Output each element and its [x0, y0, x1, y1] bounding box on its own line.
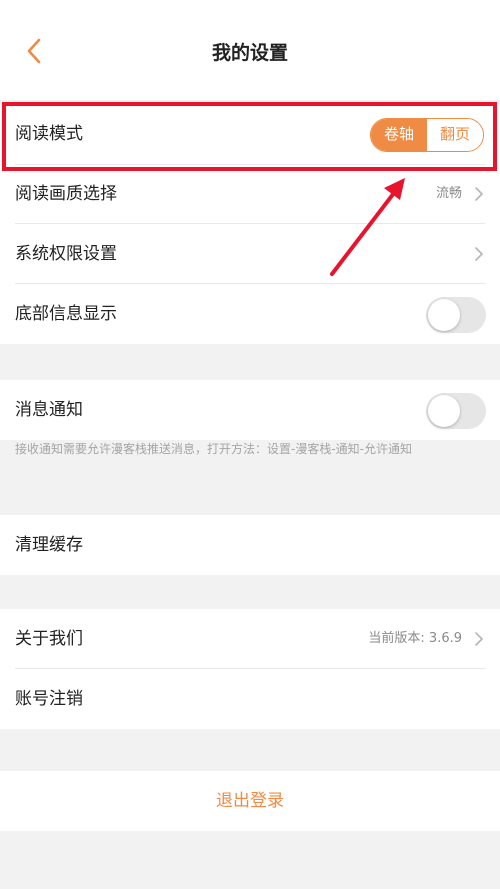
segment-scroll[interactable]: 卷轴 — [371, 119, 427, 151]
reading-mode-row: 阅读模式 卷轴 翻页 — [0, 104, 500, 164]
system-permissions-label: 系统权限设置 — [15, 244, 117, 264]
cache-group: 清理缓存 — [0, 515, 500, 575]
reading-mode-segmented-control[interactable]: 卷轴 翻页 — [370, 118, 484, 152]
about-group: 关于我们 当前版本: 3.6.9 账号注销 — [0, 609, 500, 729]
bottom-info-toggle[interactable] — [426, 297, 486, 333]
nav-bar: 我的设置 — [0, 0, 500, 100]
notification-row: 消息通知 — [0, 380, 500, 440]
reading-settings-group: 阅读模式 卷轴 翻页 阅读画质选择 流畅 系统权限设置 底部信息显示 — [0, 104, 500, 344]
clear-cache-label: 清理缓存 — [15, 535, 83, 555]
reading-quality-value: 流畅 — [435, 186, 462, 201]
toggle-knob — [428, 395, 460, 427]
version-value: 当前版本: 3.6.9 — [368, 631, 462, 646]
page-title: 我的设置 — [211, 42, 288, 64]
chevron-right-icon — [475, 632, 483, 646]
reading-quality-label: 阅读画质选择 — [15, 184, 117, 204]
bottom-info-label: 底部信息显示 — [15, 304, 117, 324]
clear-cache-row[interactable]: 清理缓存 — [0, 515, 500, 575]
reading-quality-row[interactable]: 阅读画质选择 流畅 — [0, 164, 500, 224]
bottom-info-row: 底部信息显示 — [0, 284, 500, 344]
deactivate-account-label: 账号注销 — [15, 689, 83, 709]
notification-label: 消息通知 — [15, 400, 83, 420]
notification-toggle[interactable] — [426, 393, 486, 429]
toggle-knob — [428, 299, 460, 331]
chevron-right-icon — [475, 247, 483, 261]
segment-page-flip[interactable]: 翻页 — [427, 119, 483, 151]
system-permissions-row[interactable]: 系统权限设置 — [0, 224, 500, 284]
notification-hint: 接收通知需要允许漫客栈推送消息，打开方法：设置-漫客栈-通知-允许通知 — [15, 442, 412, 456]
divider — [15, 164, 485, 165]
logout-button[interactable]: 退出登录 — [0, 771, 500, 831]
deactivate-account-row[interactable]: 账号注销 — [0, 669, 500, 729]
chevron-right-icon — [475, 187, 483, 201]
about-row[interactable]: 关于我们 当前版本: 3.6.9 — [0, 609, 500, 669]
reading-mode-label: 阅读模式 — [15, 124, 83, 144]
notification-group: 消息通知 — [0, 380, 500, 440]
about-label: 关于我们 — [15, 629, 83, 649]
